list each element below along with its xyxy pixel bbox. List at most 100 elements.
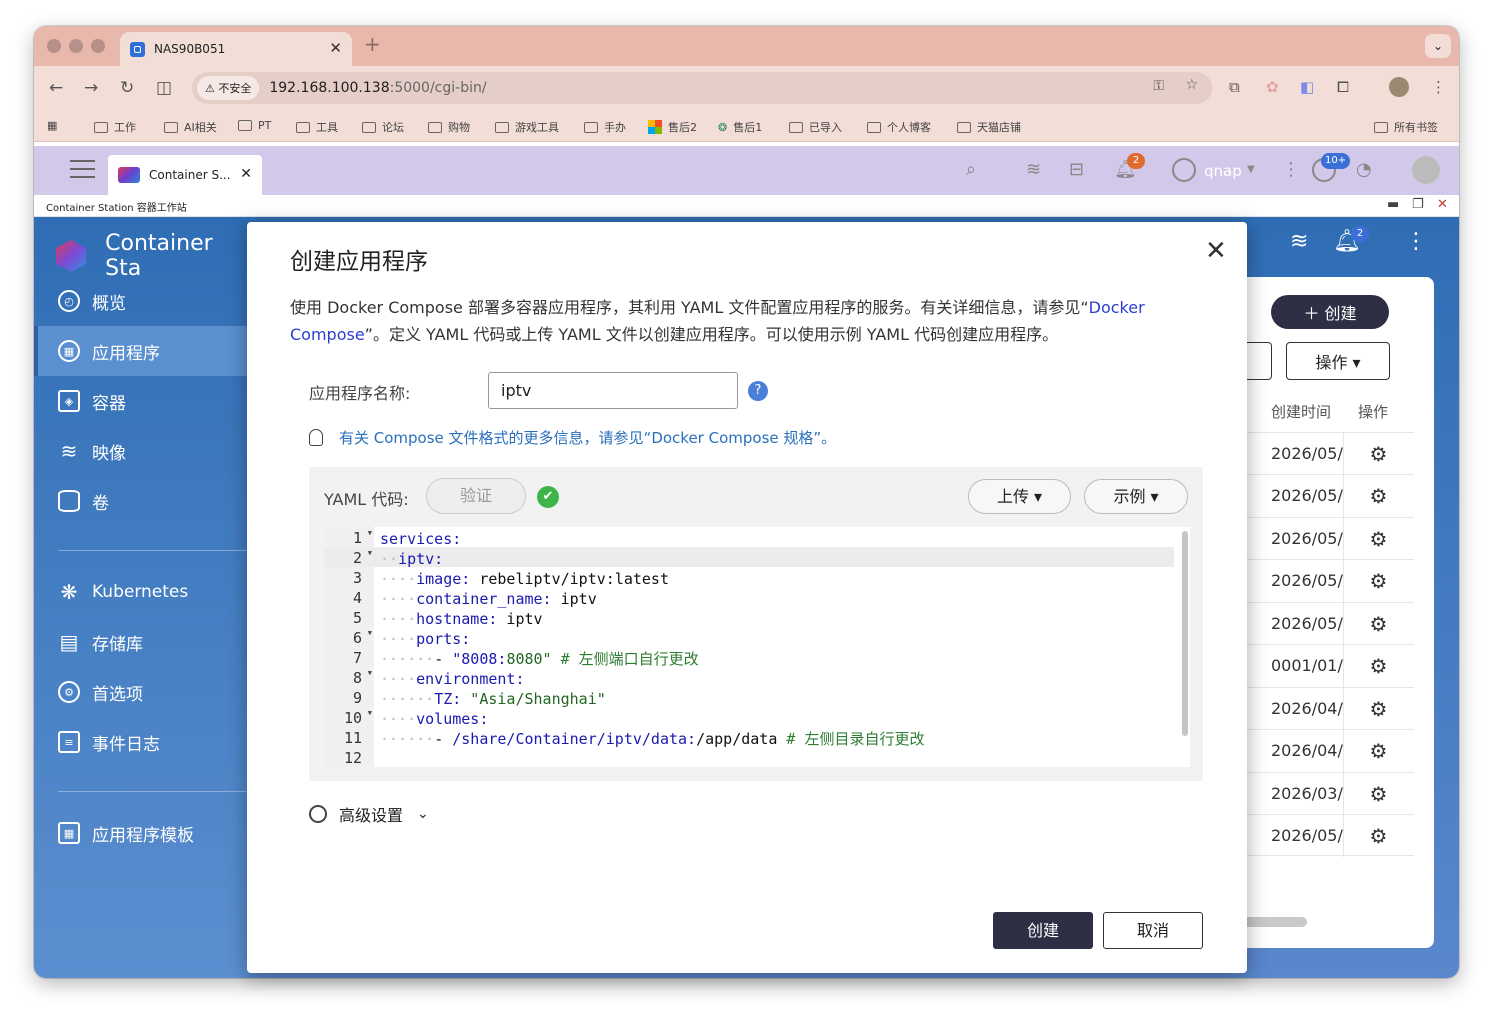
gear-icon[interactable]: ⚙ — [1343, 645, 1413, 687]
reload-icon[interactable]: ↻ — [120, 78, 134, 98]
gear-icon[interactable]: ⚙ — [1343, 688, 1413, 730]
validate-button[interactable]: 验证 — [426, 478, 526, 514]
bookmark-folder[interactable]: PT — [238, 119, 271, 132]
sidebar-item-overview[interactable]: ◴ 概览 — [34, 276, 247, 326]
close-window-button[interactable] — [47, 39, 61, 53]
address-bar[interactable]: ⚠ 不安全 192.168.100.138:5000/cgi-bin/ ⚿ ☆ — [192, 72, 1212, 104]
gear-icon[interactable]: ⚙ — [1343, 518, 1413, 560]
bookmark-star-icon[interactable]: ☆ — [1185, 77, 1198, 93]
bookmark-folder[interactable]: 个人博客 — [867, 119, 931, 135]
create-app-button[interactable]: ＋ 创建 — [1271, 295, 1389, 329]
external-device-icon[interactable]: ⊟ — [1069, 159, 1084, 180]
gear-icon[interactable]: ⚙ — [1343, 730, 1413, 772]
bookmark-folder[interactable]: 天猫店铺 — [957, 119, 1021, 135]
bookmark-folder[interactable]: 手办 — [584, 119, 626, 135]
new-tab-button[interactable]: + — [364, 32, 381, 56]
bookmark-item[interactable]: ❂ 售后1 — [718, 119, 762, 135]
reader-icon[interactable]: ◫ — [156, 78, 172, 98]
cloud-icon[interactable] — [1412, 156, 1440, 184]
sidebar-item-containers[interactable]: ◈ 容器 — [34, 376, 247, 426]
minimize-app-icon[interactable]: ▬ — [1387, 197, 1399, 212]
create-button[interactable]: 创建 — [993, 912, 1093, 949]
sidebar-item-registry[interactable]: ▤ 存储库 — [34, 617, 247, 667]
sidebar-item-preferences[interactable]: ⚙ 首选项 — [34, 667, 247, 717]
bookmark-folder[interactable]: 购物 — [428, 119, 470, 135]
sidebar-item-volumes[interactable]: 卷 — [34, 476, 247, 526]
back-icon[interactable]: ← — [49, 78, 63, 98]
bookmark-folder[interactable]: 游戏工具 — [495, 119, 559, 135]
extension-2-icon[interactable]: ✿ — [1266, 78, 1279, 96]
close-app-icon[interactable]: ✕ — [1437, 197, 1448, 212]
more-options-icon[interactable]: ⋮ — [1282, 159, 1300, 180]
bookmark-folder[interactable]: 工作 — [94, 119, 136, 135]
bookmark-item[interactable]: 售后2 — [648, 119, 697, 135]
table-row[interactable]: 2026/05/⚙ — [1246, 602, 1414, 645]
example-button[interactable]: 示例 ▾ — [1084, 479, 1188, 514]
main-menu-icon[interactable] — [70, 160, 95, 178]
bookmark-folder[interactable]: 工具 — [296, 119, 338, 135]
chevron-down-icon[interactable]: ▼ — [1247, 164, 1255, 175]
tasks-icon[interactable]: ≋ — [1026, 159, 1041, 180]
close-tab-icon[interactable]: ✕ — [329, 39, 342, 57]
table-row[interactable]: 2026/05/⚙ — [1246, 559, 1414, 602]
vertical-scrollbar[interactable] — [1180, 527, 1190, 752]
avatar[interactable] — [1389, 77, 1409, 97]
gear-icon[interactable]: ⚙ — [1343, 815, 1413, 857]
gear-icon[interactable]: ⚙ — [1343, 433, 1413, 475]
browser-tab[interactable]: NAS90B051 ✕ — [120, 32, 352, 66]
tab-search-button[interactable]: ⌄ — [1425, 34, 1451, 58]
extension-3-icon[interactable]: ◧ — [1300, 78, 1314, 96]
advanced-settings-toggle[interactable]: 高级设置 ⌄ — [309, 802, 429, 826]
table-row[interactable]: 2026/05/⚙ — [1246, 517, 1414, 560]
sidebar-item-applications[interactable]: ▦ 应用程序 — [34, 326, 247, 376]
gear-icon[interactable]: ⚙ — [1343, 560, 1413, 602]
more-menu-icon[interactable]: ⋮ — [1431, 78, 1446, 96]
bookmark-folder[interactable]: 已导入 — [789, 119, 842, 135]
fold-arrow-icon[interactable]: ▼ — [368, 669, 372, 677]
all-bookmarks[interactable]: 所有书签 — [1374, 119, 1438, 135]
more-options-icon[interactable]: ⋮ — [1405, 229, 1427, 254]
table-row[interactable]: 2026/05/⚙ — [1246, 432, 1414, 475]
table-row[interactable]: 2026/04/⚙ — [1246, 729, 1414, 772]
table-row[interactable]: 2026/03/⚙ — [1246, 772, 1414, 815]
sidebar-item-event-log[interactable]: ≡ 事件日志 — [34, 717, 247, 767]
sidebar-item-kubernetes[interactable]: ❋ Kubernetes — [34, 567, 247, 617]
dashboard-gauge-icon[interactable]: ◔ — [1356, 159, 1372, 180]
minimize-window-button[interactable] — [69, 39, 83, 53]
apps-grid-icon[interactable]: ▦ — [47, 119, 57, 132]
gear-icon[interactable]: ⚙ — [1343, 475, 1413, 517]
table-row[interactable]: 2026/05/⚙ — [1246, 814, 1414, 857]
bookmark-folder[interactable]: 论坛 — [362, 119, 404, 135]
column-header-created[interactable]: 创建时间 — [1271, 401, 1331, 422]
search-field[interactable] — [1246, 342, 1272, 380]
user-icon[interactable] — [1172, 158, 1196, 182]
search-icon[interactable]: ⌕ — [966, 159, 976, 180]
gear-icon[interactable]: ⚙ — [1343, 603, 1413, 645]
restore-app-icon[interactable]: ❐ — [1412, 197, 1424, 212]
app-name-input[interactable]: iptv — [488, 372, 738, 409]
fold-arrow-icon[interactable]: ▼ — [368, 629, 372, 637]
fold-arrow-icon[interactable]: ▼ — [368, 549, 372, 557]
cancel-button[interactable]: 取消 — [1103, 912, 1203, 949]
operations-button[interactable]: 操作 ▾ — [1286, 342, 1390, 380]
help-icon[interactable]: ? — [748, 381, 768, 401]
bookmark-folder[interactable]: AI相关 — [164, 119, 217, 135]
extensions-icon[interactable]: ⧠ — [1337, 78, 1349, 96]
tasks-icon[interactable]: ≋ — [1290, 229, 1308, 254]
table-row[interactable]: 2026/04/⚙ — [1246, 687, 1414, 730]
close-app-tab-icon[interactable]: ✕ — [240, 166, 252, 182]
gear-icon[interactable]: ⚙ — [1343, 773, 1413, 815]
table-row[interactable]: 2026/05/⚙ — [1246, 474, 1414, 517]
maximize-window-button[interactable] — [91, 39, 105, 53]
sidebar-item-app-templates[interactable]: ▦ 应用程序模板 — [34, 808, 247, 858]
close-icon[interactable]: ✕ — [1205, 236, 1227, 266]
forward-icon[interactable]: → — [84, 78, 98, 98]
user-name[interactable]: qnap — [1204, 162, 1242, 180]
fold-arrow-icon[interactable]: ▼ — [368, 709, 372, 717]
fold-arrow-icon[interactable]: ▼ — [368, 529, 372, 537]
sidebar-item-images[interactable]: ≋ 映像 — [34, 426, 247, 476]
yaml-editor[interactable]: 1 ▼ 2 ▼ 3 4 5 6 ▼ 7 8 ▼ 9 10 ▼ 11 12 services: ··iptv: ···… — [324, 527, 1190, 767]
scroll-thumb[interactable] — [1182, 531, 1188, 736]
upload-button[interactable]: 上传 ▾ — [968, 479, 1071, 514]
security-chip[interactable]: ⚠ 不安全 — [197, 76, 260, 100]
